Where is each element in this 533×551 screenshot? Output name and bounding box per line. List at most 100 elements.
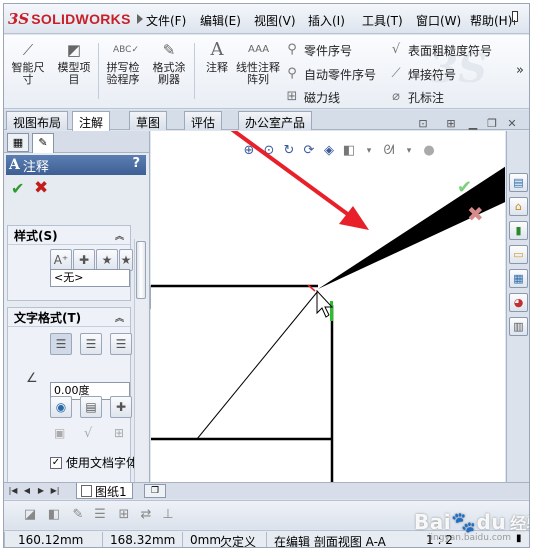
auto-balloon-icon: ⚲: [287, 66, 297, 81]
add-sheet-button[interactable]: ❐: [144, 484, 166, 498]
add-style-button[interactable]: ✚: [73, 249, 95, 271]
tab-annotation[interactable]: 注解: [72, 111, 111, 131]
style-group-header[interactable]: 样式(S) ︽: [8, 226, 130, 245]
align-center-button[interactable]: ☰: [80, 333, 102, 355]
cancel-corner-icon: ✖: [467, 202, 484, 226]
menu-edit[interactable]: 编辑(E): [200, 12, 241, 29]
cancel-button[interactable]: ✖: [34, 178, 48, 198]
status-z: 0mm: [190, 533, 222, 547]
ribbon-divider: [194, 43, 195, 99]
weld-symbol-button[interactable]: ⟋ 焊接符号: [388, 65, 456, 83]
menu-view[interactable]: 视图(V): [254, 12, 296, 29]
menu-window[interactable]: 窗口(W): [416, 12, 461, 29]
ribbon-more-icon[interactable]: »: [516, 63, 524, 78]
baidu-watermark-url: jingyan.baidu.com: [428, 533, 512, 543]
tool-icon[interactable]: ◪: [22, 507, 38, 523]
linear-note-pattern-button[interactable]: AAA 线性注释阵列: [236, 39, 280, 103]
prev-sheet-icon[interactable]: ◀: [21, 485, 33, 497]
model-items-icon: ◩: [66, 41, 82, 59]
add-symbol-button[interactable]: ✚: [110, 396, 132, 418]
mouse-cursor-icon: [316, 289, 334, 318]
smart-dimension-button[interactable]: ⟋ 智能尺寸: [8, 39, 48, 103]
hole-callout-button[interactable]: ⌀ 孔标注: [388, 88, 444, 106]
magnetic-line-button[interactable]: ⊞ 磁力线: [284, 88, 340, 106]
confirm-corner-icon: ✔: [457, 177, 472, 198]
balloon-button[interactable]: ⚲ 零件序号: [284, 41, 352, 59]
insert-hyperlink-button[interactable]: ◉: [50, 396, 72, 418]
surface-finish-button[interactable]: √ 表面粗糙度符号: [388, 41, 492, 59]
collapse-chevron-icon[interactable]: ︽: [115, 311, 124, 324]
resize-grip-icon[interactable]: ▮: [516, 533, 522, 544]
collapse-chevron-icon[interactable]: ︽: [115, 229, 124, 242]
tab-view-layout[interactable]: 视图布局: [6, 111, 69, 130]
status-editing: 在编辑 剖面视图 A-A: [274, 535, 386, 548]
appearances-icon[interactable]: ◕: [509, 293, 528, 312]
view-palette-icon[interactable]: ▦: [509, 269, 528, 288]
spell-checker-button[interactable]: ABC✓ 拼写检验程序: [103, 39, 143, 103]
note-icon: A: [9, 157, 20, 173]
solidworks-logo[interactable]: 3S SOLIDWORKS: [8, 9, 144, 29]
feature-tree-tab-icon[interactable]: ▦: [7, 133, 29, 152]
menu-insert[interactable]: 插入(I): [308, 12, 345, 29]
home-icon[interactable]: ⌂: [509, 197, 528, 216]
custom-properties-icon[interactable]: ▥: [509, 317, 528, 336]
close-icon[interactable]: ✕: [505, 117, 519, 131]
tool-icon[interactable]: ⊞: [116, 507, 132, 523]
tool-icon[interactable]: ◧: [46, 507, 62, 523]
scrollbar-thumb[interactable]: [136, 241, 146, 299]
menu-tools[interactable]: 工具(T): [362, 12, 403, 29]
file-explorer-icon[interactable]: ▭: [509, 245, 528, 264]
next-sheet-icon[interactable]: ▶: [35, 485, 47, 497]
view-pin-icon[interactable]: ⊡: [416, 117, 430, 131]
check-icon[interactable]: √: [84, 426, 92, 441]
link-property-button[interactable]: ▤: [80, 396, 102, 418]
auto-balloon-button[interactable]: ⚲ 自动零件序号: [284, 65, 376, 83]
tool-icon[interactable]: ☰: [92, 507, 108, 523]
menu-file[interactable]: 文件(F): [146, 12, 186, 29]
ok-button[interactable]: ✔: [11, 179, 24, 198]
graphics-area[interactable]: ⊕ ⊙ ↻ ⟳ ◈ ◧ ▾ ᘛ ▾ ● ✔ ✖: [151, 131, 505, 489]
tool-icon[interactable]: ⊥: [160, 507, 176, 523]
text-format-group: 文字格式(T) ︽ ☰ ☰ ☰ ∠ 0.00度 ◉ ▤ ✚ ▣ √ ⊞ ✓ 使用…: [7, 307, 138, 489]
align-right-button[interactable]: ☰: [110, 333, 132, 355]
solidworks-resources-icon[interactable]: ▤: [509, 173, 528, 192]
balloon-icon: ⚲: [287, 42, 297, 57]
property-manager-tab-icon[interactable]: ✎: [32, 133, 54, 153]
text-format-group-header[interactable]: 文字格式(T) ︽: [8, 308, 130, 327]
format-painter-button[interactable]: ✎ 格式涂刷器: [149, 39, 189, 103]
pin-icon[interactable]: [507, 10, 521, 26]
hole-icon[interactable]: ⊞: [114, 426, 124, 440]
panel-scrollbar[interactable]: [134, 239, 147, 489]
linear-note-pattern-icon: AAA: [248, 44, 270, 55]
ribbon-divider: [98, 43, 99, 99]
minimize-icon[interactable]: ▁: [466, 117, 480, 131]
first-sheet-icon[interactable]: |◀: [7, 485, 19, 497]
help-button[interactable]: ?: [132, 156, 140, 171]
favorite-style-button[interactable]: ★: [96, 249, 118, 271]
tab-evaluate[interactable]: 评估: [184, 111, 223, 130]
apply-style-button[interactable]: A⁺: [50, 249, 72, 271]
logo-play-icon[interactable]: [136, 14, 143, 24]
use-document-font-row[interactable]: ✓ 使用文档字体: [50, 454, 138, 471]
design-library-icon[interactable]: ▮: [509, 221, 528, 240]
last-sheet-icon[interactable]: ▶|: [49, 485, 61, 497]
stack-icon[interactable]: ▣: [54, 426, 65, 440]
sheet-tab[interactable]: 图纸1: [76, 483, 133, 499]
note-button[interactable]: A 注释: [197, 39, 237, 103]
style-select[interactable]: <无>: [50, 269, 130, 287]
tool-icon[interactable]: ✎: [70, 507, 86, 523]
restore-icon[interactable]: ❐: [485, 117, 499, 131]
sheet-icon: [81, 485, 92, 497]
align-left-button[interactable]: ☰: [50, 333, 72, 355]
tab-office-products[interactable]: 办公室产品: [238, 111, 313, 130]
tab-sketch[interactable]: 草图: [129, 111, 168, 130]
tool-icon[interactable]: ⇄: [138, 507, 154, 523]
more-style-button[interactable]: ★: [119, 249, 133, 271]
model-items-button[interactable]: ◩ 模型项目: [54, 39, 94, 103]
view-lock-icon[interactable]: ⊞: [444, 117, 458, 131]
ds-logo-mark: 3S: [8, 10, 30, 28]
drawing-canvas[interactable]: ✔ ✖: [151, 131, 505, 489]
status-state: 欠定义: [220, 535, 257, 548]
drawing-diagonal: [196, 290, 319, 440]
use-document-font-checkbox[interactable]: ✓: [50, 456, 62, 469]
